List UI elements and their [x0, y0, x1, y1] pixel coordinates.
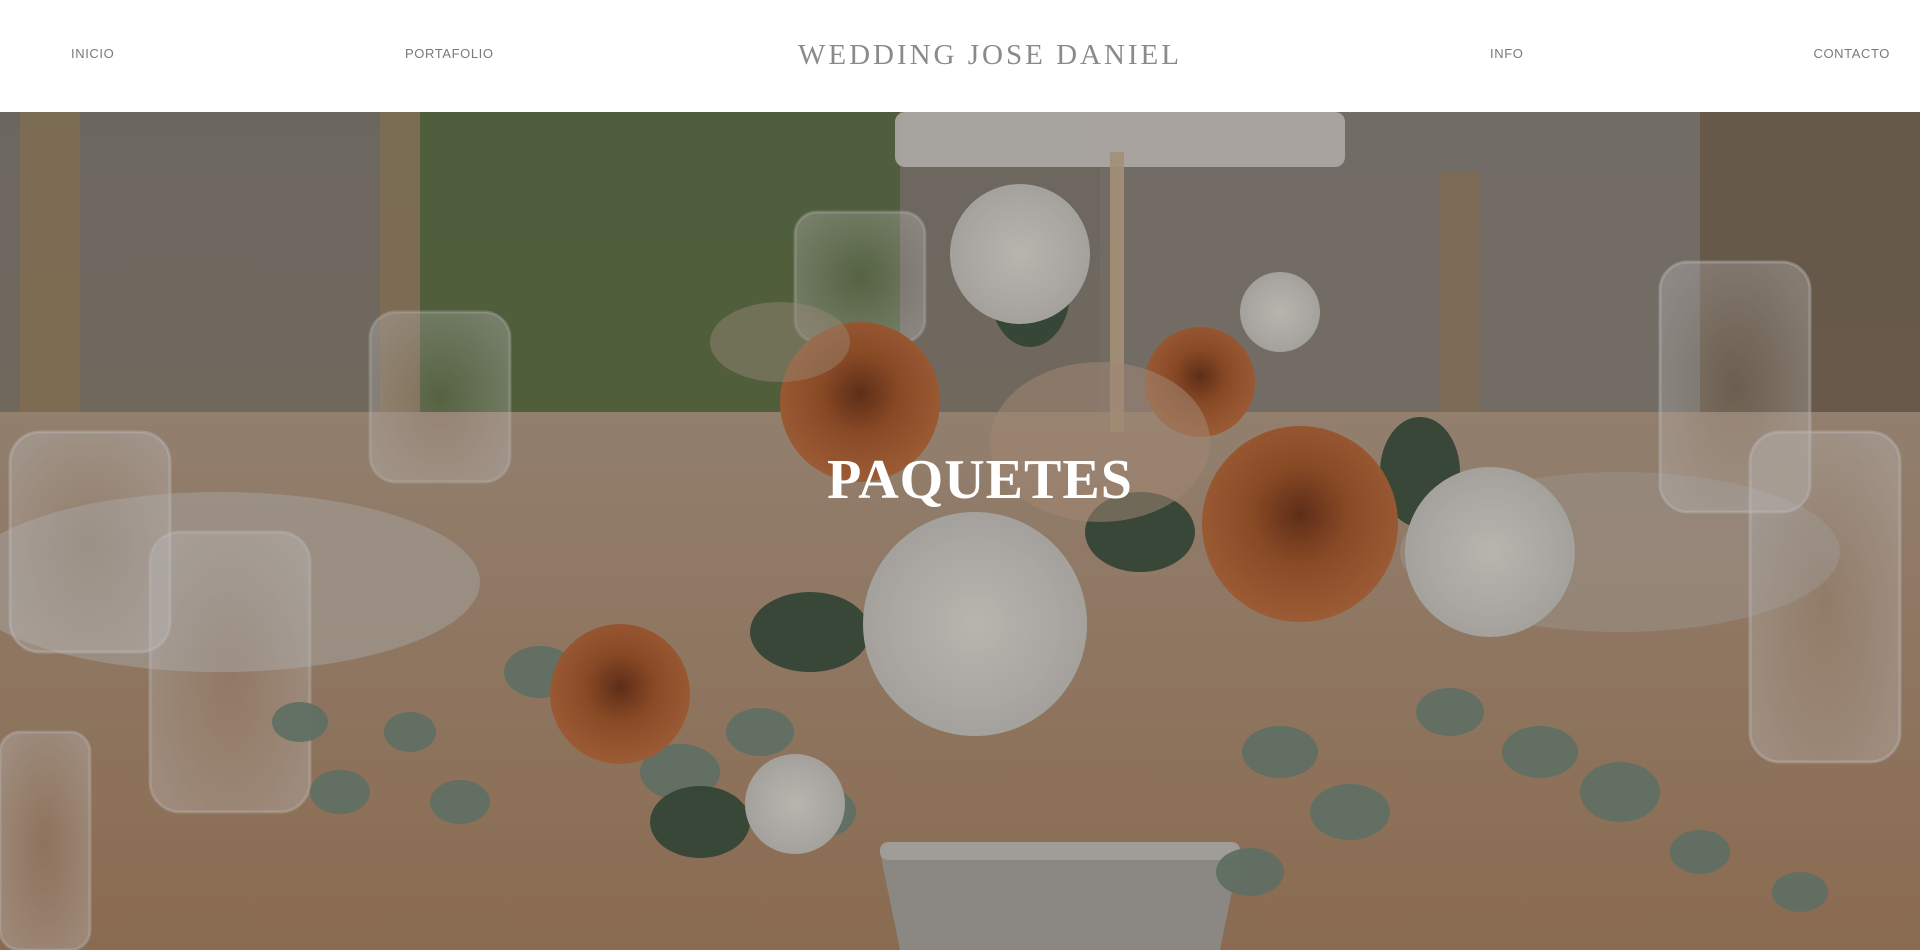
- site-header: INICIO PORTAFOLIO WEDDING JOSE DANIEL IN…: [0, 0, 1920, 112]
- site-title[interactable]: WEDDING JOSE DANIEL: [0, 38, 1920, 72]
- nav-link-info[interactable]: INFO: [1490, 46, 1523, 62]
- hero-title: PAQUETES: [827, 449, 1133, 511]
- hero-dark-overlay: [0, 112, 1920, 950]
- nav-link-contacto[interactable]: CONTACTO: [1813, 46, 1890, 62]
- hero-banner: PAQUETES: [0, 112, 1920, 950]
